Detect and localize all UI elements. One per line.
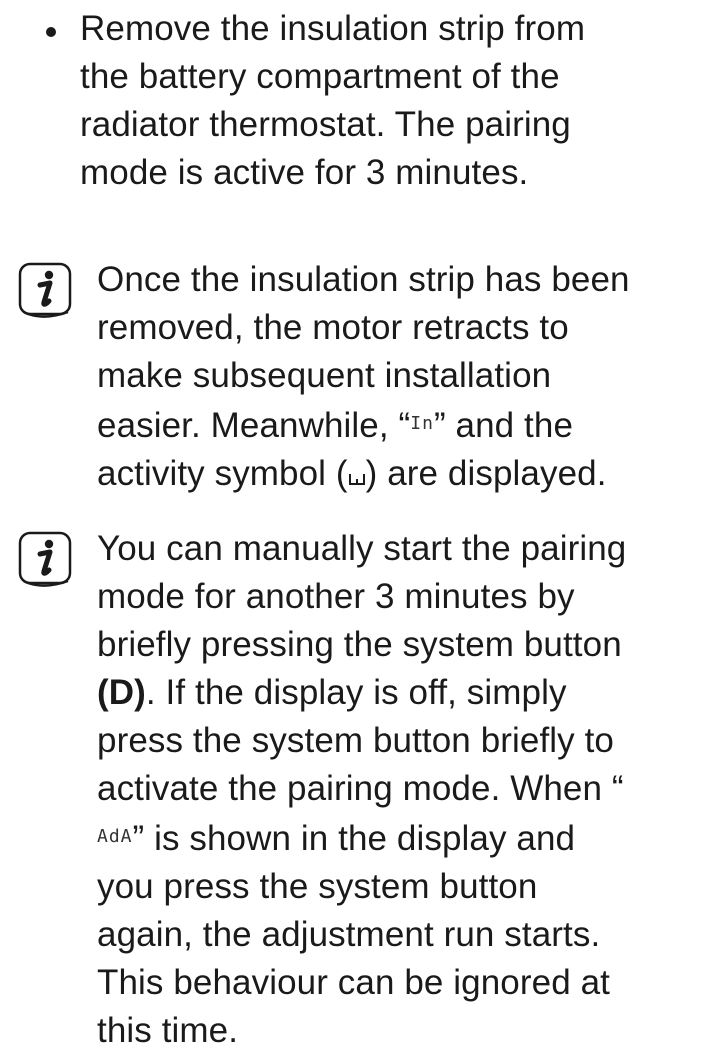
note-line: AdA” is shown in the display and bbox=[97, 813, 701, 863]
bullet-line: the battery compartment of the bbox=[80, 57, 560, 96]
note-line: easier. Meanwhile, “In” and the bbox=[97, 400, 701, 450]
note-text-segment: ” is shown in the display and bbox=[132, 819, 576, 858]
note-text-segment: ) are displayed. bbox=[365, 454, 607, 493]
note-line: activate the pairing mode. When “ bbox=[97, 769, 624, 808]
bullet-dot bbox=[46, 27, 56, 37]
note-text-segment: ” and the bbox=[433, 406, 574, 445]
note-line: mode for another 3 minutes by bbox=[97, 577, 575, 616]
info-icon bbox=[18, 531, 72, 587]
bullet-line: Remove the insulation strip from bbox=[80, 9, 586, 48]
note-line: Once the insulation strip has been bbox=[97, 260, 630, 299]
info-icon bbox=[18, 262, 72, 318]
note-text-segment: easier. Meanwhile, “ bbox=[97, 406, 411, 445]
bullet-text: Remove the insulation strip from the bat… bbox=[80, 5, 700, 197]
activity-symbol-icon bbox=[348, 474, 365, 485]
note-text-segment: . If the display is off, simply bbox=[145, 673, 567, 712]
system-button-reference: (D) bbox=[97, 673, 146, 712]
note-line: press the system button briefly to bbox=[97, 721, 614, 760]
note-line: activity symbol ( ) are displayed. bbox=[97, 450, 701, 498]
note-line: this time. bbox=[97, 1011, 239, 1050]
note-text: You can manually start the pairing mode … bbox=[97, 525, 701, 1055]
bullet-line: radiator thermostat. The pairing bbox=[80, 105, 571, 144]
note-text-segment: activity symbol ( bbox=[97, 454, 348, 493]
note-line: make subsequent installation bbox=[97, 356, 552, 395]
display-segment-text: In bbox=[410, 413, 434, 434]
note-line: removed, the motor retracts to bbox=[97, 308, 569, 347]
note-text: Once the insulation strip has been remov… bbox=[97, 256, 701, 498]
note-line: briefly pressing the system button bbox=[97, 625, 622, 664]
note-line: This behaviour can be ignored at bbox=[97, 963, 610, 1002]
note-line: (D). If the display is off, simply bbox=[97, 669, 701, 717]
bullet-line: mode is active for 3 minutes. bbox=[80, 153, 529, 192]
note-line: again, the adjustment run starts. bbox=[97, 915, 601, 954]
display-segment-text: AdA bbox=[97, 826, 133, 847]
note-line: You can manually start the pairing bbox=[97, 529, 627, 568]
manual-page: Remove the insulation strip from the bat… bbox=[0, 0, 703, 1050]
note-line: you press the system button bbox=[97, 867, 538, 906]
